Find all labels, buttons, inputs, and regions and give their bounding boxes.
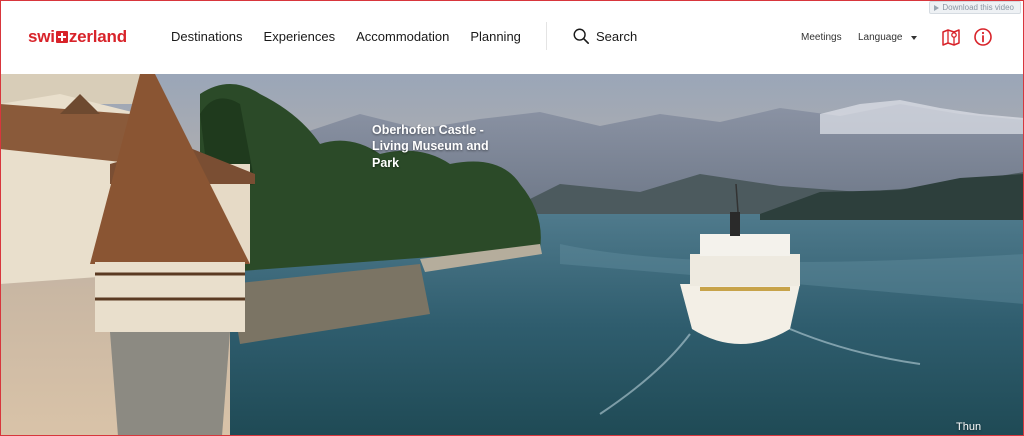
site-header: swi zerland Destinations Experiences Acco… xyxy=(0,0,1024,74)
download-video-label: Download this video xyxy=(942,3,1014,12)
language-label: Language xyxy=(858,32,903,43)
chevron-down-icon xyxy=(910,35,917,40)
language-selector[interactable]: Language xyxy=(858,32,917,43)
logo-text-left: swi xyxy=(28,27,55,46)
play-icon xyxy=(934,4,940,11)
map-icon[interactable] xyxy=(941,27,961,47)
swiss-cross-icon xyxy=(55,31,68,43)
search-label: Search xyxy=(596,28,638,44)
nav-divider xyxy=(546,22,547,50)
search-icon xyxy=(573,28,590,45)
download-video-button[interactable]: Download this video xyxy=(929,1,1021,14)
info-icon[interactable] xyxy=(973,27,993,47)
hero-location-label: Thun xyxy=(956,421,982,433)
main-navigation: Destinations Experiences Accommodation P… xyxy=(171,29,521,44)
nav-accommodation[interactable]: Accommodation xyxy=(356,29,449,44)
search-button[interactable]: Search xyxy=(572,27,637,45)
hero-scene-image xyxy=(0,74,1024,436)
switzerland-logo[interactable]: swi zerland xyxy=(28,27,127,47)
nav-experiences[interactable]: Experiences xyxy=(264,29,336,44)
hero-video[interactable]: Oberhofen Castle - Living Museum and Par… xyxy=(0,74,1024,436)
logo-text-right: zerland xyxy=(68,27,127,46)
nav-destinations[interactable]: Destinations xyxy=(171,29,243,44)
hero-caption: Oberhofen Castle - Living Museum and Par… xyxy=(372,123,489,170)
meetings-link[interactable]: Meetings xyxy=(801,32,842,43)
nav-planning[interactable]: Planning xyxy=(470,29,521,44)
